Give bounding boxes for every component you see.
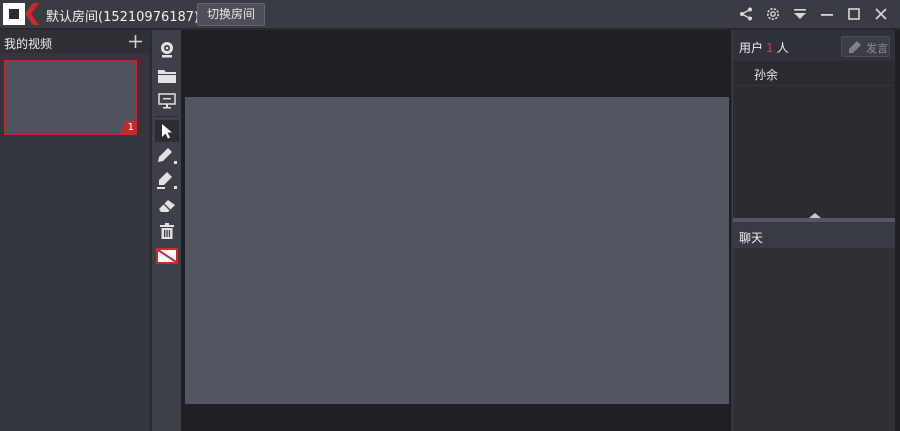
app-logo-icon — [3, 3, 39, 25]
video-stage — [181, 30, 731, 431]
pen-icon — [158, 148, 177, 164]
chat-messages-area[interactable] — [733, 248, 896, 431]
chat-title: 聊天 — [739, 231, 764, 245]
user-list-item[interactable]: 孙余 — [733, 61, 896, 86]
pen-tool[interactable] — [155, 145, 179, 167]
trash-icon — [160, 223, 174, 239]
pointer-icon — [162, 124, 172, 139]
eraser-icon — [159, 200, 175, 212]
minimize-icon[interactable] — [813, 4, 840, 24]
my-videos-title: 我的视频 — [4, 37, 53, 51]
settings-icon[interactable] — [759, 4, 786, 24]
user-name: 孙余 — [754, 68, 779, 82]
speak-label: 发言 — [866, 42, 888, 55]
eraser-tool[interactable] — [155, 195, 179, 217]
video-thumbnail[interactable]: 1 — [4, 60, 137, 135]
title-bar: 默认房间(15210976187) 切换房间 — [0, 0, 900, 29]
toolbar-divider — [155, 116, 178, 117]
pointer-tool[interactable] — [155, 120, 179, 142]
plus-icon — [128, 34, 142, 48]
users-header: 用户 1 人 发言 — [733, 30, 896, 61]
room-title: 默认房间(15210976187) — [46, 10, 200, 25]
side-panel: 用户 1 人 发言 孙余 聊天 — [732, 30, 896, 431]
add-video-button[interactable] — [125, 31, 145, 51]
camera-button[interactable] — [155, 39, 179, 61]
color-picker-button[interactable] — [155, 245, 179, 267]
screen-share-icon — [158, 93, 176, 109]
switch-room-button[interactable]: 切换房间 — [197, 3, 266, 26]
video-badge: 1 — [127, 122, 134, 133]
screen-share-button[interactable] — [155, 90, 179, 112]
microphone-pen-icon — [849, 41, 861, 53]
highlighter-tool[interactable] — [155, 170, 179, 192]
color-swatch-icon — [156, 248, 178, 264]
chat-header: 聊天 — [733, 222, 896, 248]
highlighter-icon — [157, 172, 177, 189]
users-label-prefix: 用户 — [739, 41, 764, 55]
open-folder-button[interactable] — [155, 65, 179, 87]
whiteboard-toolbar — [152, 30, 181, 431]
maximize-icon[interactable] — [840, 4, 867, 24]
window-controls — [732, 4, 894, 24]
share-icon[interactable] — [732, 4, 759, 24]
dropdown-icon[interactable] — [786, 4, 813, 24]
whiteboard-canvas[interactable] — [185, 97, 729, 404]
window-edge — [895, 30, 900, 431]
folder-icon — [158, 70, 176, 83]
clear-button[interactable] — [155, 220, 179, 242]
camera-icon — [161, 42, 173, 58]
close-icon[interactable] — [867, 4, 894, 24]
speak-button[interactable]: 发言 — [841, 36, 890, 57]
my-videos-panel: 我的视频 1 — [0, 30, 151, 431]
users-label-suffix: 人 — [776, 41, 789, 55]
users-count: 1 — [766, 41, 774, 55]
users-count-label: 用户 1 人 — [739, 39, 789, 56]
my-videos-header: 我的视频 — [0, 30, 150, 53]
